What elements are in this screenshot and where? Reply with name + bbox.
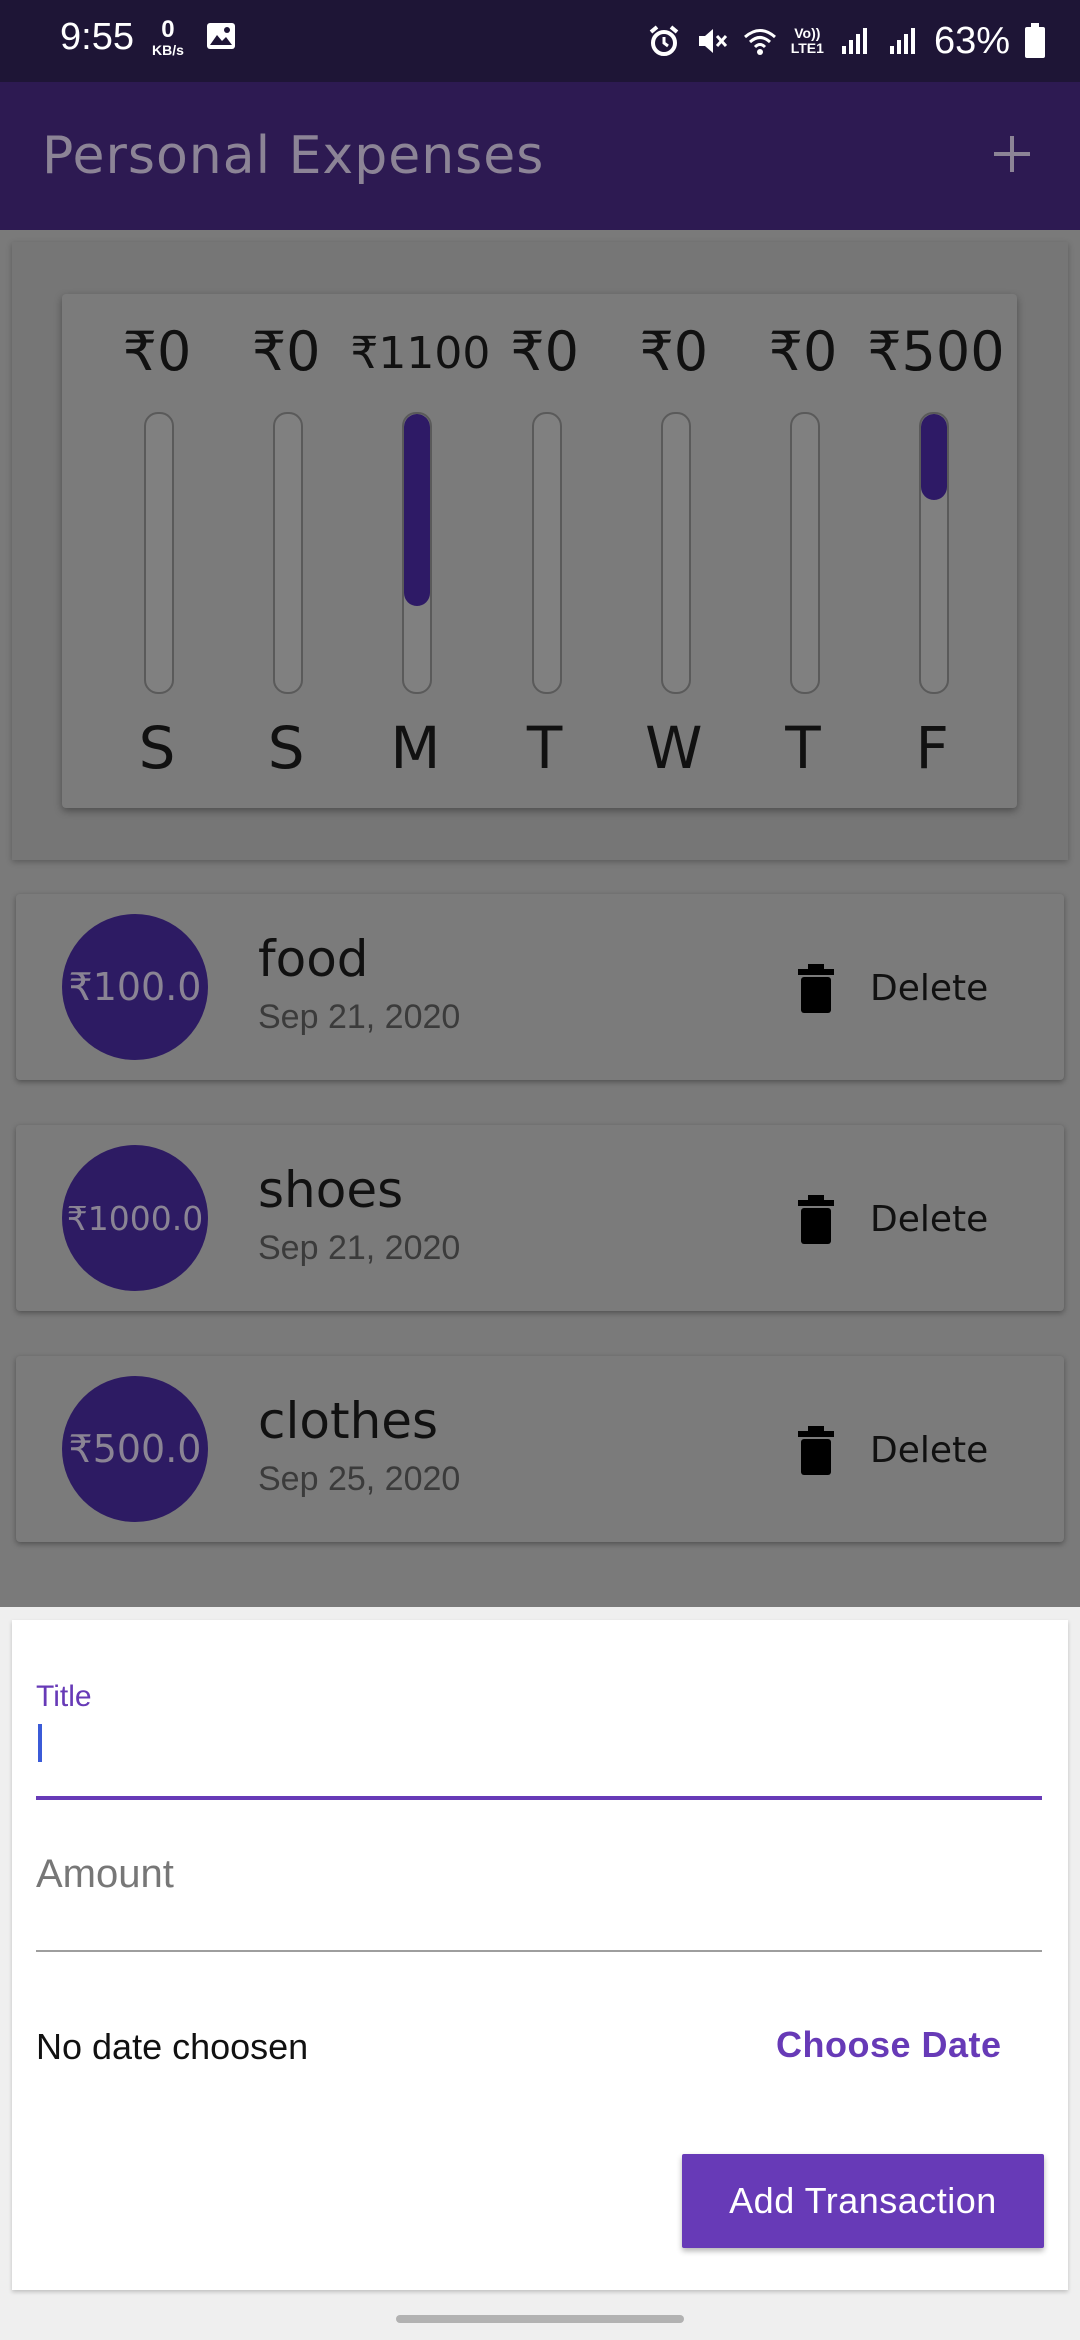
status-bar: 9:55 0 KB/s Vo)) LTE1 63% (0, 0, 1080, 82)
chart-bar-column: ₹1100 M (350, 294, 491, 808)
chart-bar-amount: ₹0 (510, 320, 579, 383)
transaction-amount-avatar: ₹1000.0 (62, 1145, 208, 1291)
network-speed-unit: KB/s (152, 42, 184, 58)
transaction-item: ₹1000.0 shoes Sep 21, 2020 Delete (16, 1125, 1064, 1311)
plus-icon (994, 136, 1030, 172)
chart-day-label: M (390, 714, 441, 782)
weekly-chart: ₹0 S ₹0 S ₹1100 M ₹0 T ₹0 W ₹0 T ₹500 F (62, 294, 1017, 808)
chart-bar-amount: ₹0 (768, 320, 838, 383)
chart-bar-amount: ₹0 (122, 320, 192, 383)
chart-bar-track (531, 412, 562, 694)
transaction-date: Sep 21, 2020 (258, 1229, 461, 1267)
chart-bar-track (790, 412, 820, 694)
chart-bar-fill (921, 414, 948, 501)
transaction-item: ₹100.0 food Sep 21, 2020 Delete (16, 894, 1064, 1080)
title-input[interactable] (36, 1796, 1042, 1800)
chart-bar-track (144, 412, 174, 694)
chart-bar-column: ₹0 S (92, 294, 222, 808)
chart-bar-track (273, 412, 304, 694)
chart-day-label: S (138, 714, 176, 782)
date-status-text: No date choosen (36, 2026, 309, 2067)
chart-bar-track (919, 412, 950, 694)
chart-bar-fill (404, 414, 431, 606)
transaction-title: shoes (258, 1161, 404, 1219)
volte-label: Vo)) (794, 25, 821, 41)
status-icons: Vo)) LTE1 63% (647, 16, 1046, 66)
transaction-amount-avatar: ₹500.0 (62, 1376, 208, 1522)
mute-icon (698, 29, 727, 53)
wifi-icon (743, 29, 776, 55)
chart-bar-column: ₹500 F (867, 294, 1005, 808)
page-title: Personal Expenses (42, 126, 545, 186)
chart-bar-track (402, 412, 433, 694)
chart-day-label: S (267, 714, 305, 782)
transaction-date: Sep 21, 2020 (258, 998, 461, 1036)
chart-day-label: W (645, 714, 703, 782)
lte-label: LTE1 (790, 40, 824, 56)
alarm-icon (649, 25, 679, 56)
chart-day-label: T (526, 714, 563, 782)
transaction-title: clothes (258, 1392, 439, 1450)
delete-icon[interactable] (796, 1426, 836, 1476)
amount-input[interactable]: Amount (36, 1852, 174, 1897)
transaction-title: food (258, 930, 369, 988)
chart-bar-column: ₹0 W (609, 294, 739, 808)
signal-icon-sim1 (841, 28, 867, 54)
amount-input-underline (36, 1950, 1042, 1952)
choose-date-button[interactable]: Choose Date (776, 2024, 1002, 2066)
battery-icon (1025, 23, 1045, 58)
app-bar: Personal Expenses (0, 82, 1080, 230)
delete-button[interactable]: Delete (870, 1430, 988, 1471)
chart-bar-amount: ₹0 (639, 320, 709, 383)
chart-bar-track (660, 412, 691, 694)
delete-button[interactable]: Delete (870, 968, 988, 1009)
navigation-handle[interactable] (396, 2315, 684, 2323)
network-speed-value: 0 (161, 16, 175, 43)
delete-icon[interactable] (796, 1195, 836, 1245)
chart-day-label: T (785, 714, 821, 782)
status-time: 9:55 (60, 16, 134, 58)
battery-percent: 63% (933, 19, 1010, 62)
delete-button[interactable]: Delete (870, 1199, 988, 1240)
network-speed: 0 KB/s (152, 16, 184, 59)
chart-bar-amount: ₹0 (251, 320, 321, 383)
image-notification-icon (207, 23, 235, 49)
delete-icon[interactable] (796, 964, 836, 1014)
chart-bar-amount: ₹1100 (350, 328, 491, 379)
signal-icon-sim2 (889, 28, 915, 54)
transaction-amount-avatar: ₹100.0 (62, 914, 208, 1060)
lte-indicator: Vo)) LTE1 (791, 26, 824, 56)
add-transaction-submit-button[interactable]: Add Transaction (682, 2154, 1044, 2248)
chart-bar-column: ₹0 T (480, 294, 610, 808)
chart-day-label: F (915, 714, 949, 782)
chart-bar-amount: ₹500 (867, 320, 1005, 383)
title-input-cursor (38, 1724, 42, 1762)
chart-bar-column: ₹0 T (738, 294, 868, 808)
transaction-item: ₹500.0 clothes Sep 25, 2020 Delete (16, 1356, 1064, 1542)
title-field-label: Title (36, 1680, 92, 1713)
chart-bar-column: ₹0 S (221, 294, 351, 808)
transaction-date: Sep 25, 2020 (258, 1460, 461, 1498)
add-transaction-button[interactable] (980, 122, 1044, 186)
